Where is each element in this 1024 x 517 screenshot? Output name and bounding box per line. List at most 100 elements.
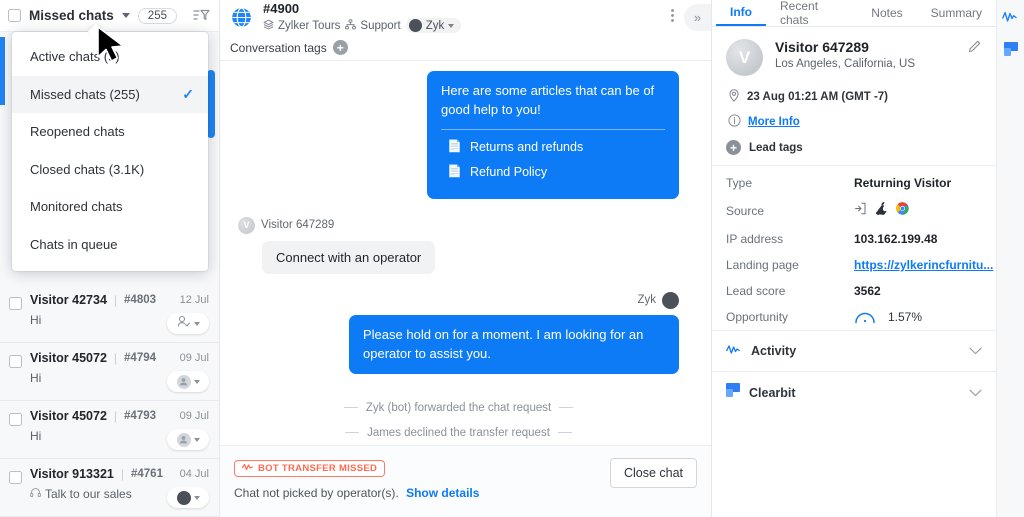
tab-summary[interactable]: Summary bbox=[917, 0, 996, 26]
row-checkbox[interactable] bbox=[9, 413, 22, 426]
dropdown-item-chats-in-queue[interactable]: Chats in queue bbox=[12, 226, 208, 264]
message-list: Here are some articles that can be of go… bbox=[220, 61, 711, 445]
team-chip[interactable]: Support bbox=[345, 19, 401, 33]
row-checkbox[interactable] bbox=[9, 297, 22, 310]
article-link[interactable]: 📄 Refund Policy bbox=[447, 163, 665, 181]
visitor-location: Los Angeles, California, US bbox=[775, 58, 915, 70]
visitor-sender-line: V Visitor 647289 bbox=[238, 216, 334, 234]
show-details-link[interactable]: Show details bbox=[406, 486, 479, 500]
dropdown-item-closed-chats[interactable]: Closed chats (3.1K) bbox=[12, 151, 208, 189]
pencil-icon[interactable] bbox=[968, 39, 982, 58]
document-icon: 📄 bbox=[447, 139, 462, 154]
mouse-cursor-icon bbox=[96, 25, 130, 70]
list-item[interactable]: Visitor 45072 | #4793 09 Jul Hi bbox=[0, 401, 219, 459]
select-all-checkbox[interactable] bbox=[8, 9, 21, 22]
conversation-header-actions: » bbox=[665, 4, 711, 31]
bot-chip[interactable]: Zyk bbox=[405, 18, 462, 34]
row-header: Visitor 913321 | #4761 04 Jul bbox=[30, 467, 209, 481]
conversation-tags-bar: Conversation tags + bbox=[220, 35, 711, 61]
chevron-down-icon[interactable] bbox=[969, 342, 982, 360]
chat-filter-label[interactable]: Missed chats bbox=[29, 8, 114, 23]
clock-pin-icon bbox=[728, 89, 740, 105]
row-assignee-chip[interactable] bbox=[167, 371, 209, 392]
tab-recent-chats[interactable]: Recent chats bbox=[766, 0, 857, 27]
dropdown-item-missed-chats[interactable]: Missed chats (255) ✓ bbox=[12, 75, 208, 113]
more-vertical-icon[interactable] bbox=[665, 8, 680, 27]
divider bbox=[343, 407, 358, 409]
row-chat-id: #4761 bbox=[130, 468, 163, 480]
list-item[interactable]: Visitor 913321 | #4761 04 Jul Talk to ou… bbox=[0, 459, 219, 517]
row-separator: | bbox=[113, 293, 118, 307]
chat-list-scroll-thumb[interactable] bbox=[207, 70, 215, 138]
chevron-down-icon[interactable] bbox=[193, 321, 200, 326]
outgoing-message-bubble: Please hold on for a moment. I am lookin… bbox=[349, 314, 679, 374]
chevron-down-icon[interactable] bbox=[193, 379, 200, 384]
bot-icon bbox=[662, 291, 679, 309]
tab-info[interactable]: Info bbox=[716, 0, 766, 26]
chevron-down-icon[interactable] bbox=[969, 384, 982, 402]
more-info-link[interactable]: More Info bbox=[748, 116, 800, 128]
row-assignee-chip[interactable] bbox=[167, 313, 209, 334]
filter-sort-icon[interactable] bbox=[193, 8, 210, 23]
plus-circle-icon[interactable]: + bbox=[332, 40, 348, 55]
lead-tags-row[interactable]: + Lead tags bbox=[712, 133, 996, 166]
person-icon bbox=[176, 432, 191, 447]
footer-note: Chat not picked by operator(s). Show det… bbox=[234, 486, 479, 500]
lead-tags-label: Lead tags bbox=[749, 141, 803, 154]
more-info-row[interactable]: More Info bbox=[712, 108, 996, 133]
dropdown-item-label: Closed chats (3.1K) bbox=[30, 161, 145, 177]
chrome-icon bbox=[895, 202, 909, 220]
system-event-text: James declined the transfer request bbox=[367, 426, 550, 439]
selected-chat-indicator bbox=[0, 37, 5, 105]
row-chat-id: #4803 bbox=[124, 294, 157, 306]
row-preview-text: Hi bbox=[30, 313, 42, 327]
row-checkbox[interactable] bbox=[9, 355, 22, 368]
detail-row-opportunity: Opportunity 1.57% bbox=[712, 304, 996, 330]
department-chip[interactable]: Zylker Tours bbox=[263, 19, 340, 33]
row-assignee-chip[interactable] bbox=[167, 429, 209, 450]
visitor-identity: Visitor 647289 Los Angeles, California, … bbox=[775, 39, 915, 70]
list-item[interactable]: Visitor 45072 | #4794 09 Jul Hi bbox=[0, 343, 219, 401]
row-assignee-chip[interactable] bbox=[167, 487, 209, 508]
row-date: 12 Jul bbox=[179, 294, 209, 306]
row-preview-text: Hi bbox=[30, 429, 42, 443]
right-panel-tabs: Info Recent chats Notes Summary bbox=[712, 0, 996, 27]
detail-key: Type bbox=[726, 176, 753, 190]
row-separator: | bbox=[120, 467, 124, 481]
avatar: V bbox=[238, 216, 255, 234]
divider bbox=[559, 407, 574, 409]
bot-name: Zyk bbox=[425, 19, 445, 32]
activity-wave-icon[interactable] bbox=[1002, 10, 1019, 28]
clearbit-icon[interactable] bbox=[1003, 42, 1018, 61]
chevron-double-right-icon[interactable]: » bbox=[684, 4, 711, 31]
detail-key: Lead score bbox=[726, 284, 786, 298]
row-visitor-name: Visitor 913321 bbox=[30, 467, 114, 481]
row-preview-text: Hi bbox=[30, 371, 42, 385]
sender-name: Zyk bbox=[637, 294, 656, 307]
detail-row-lead-score: Lead score 3562 bbox=[712, 278, 996, 304]
row-checkbox[interactable] bbox=[9, 471, 22, 484]
conversation-subheader: Zylker Tours Support Zyk bbox=[263, 18, 462, 34]
close-chat-button[interactable]: Close chat bbox=[609, 458, 697, 488]
chevron-down-icon[interactable] bbox=[193, 495, 200, 500]
visitor-name: Visitor 647289 bbox=[775, 39, 869, 55]
message-outgoing: Zyk Please hold on for a moment. I am lo… bbox=[238, 274, 679, 374]
dropdown-item-reopened-chats[interactable]: Reopened chats bbox=[12, 113, 208, 151]
chevron-down-icon[interactable] bbox=[193, 437, 200, 442]
app-root: Missed chats 255 Visitor 42734 | #4803 1… bbox=[0, 0, 1024, 517]
plus-circle-icon[interactable]: + bbox=[726, 140, 741, 155]
section-activity[interactable]: Activity bbox=[712, 330, 996, 371]
headset-icon bbox=[30, 487, 41, 501]
section-clearbit[interactable]: Clearbit bbox=[712, 371, 996, 413]
opportunity-gauge-icon bbox=[854, 310, 876, 324]
tab-notes[interactable]: Notes bbox=[857, 0, 916, 26]
dropdown-item-label: Monitored chats bbox=[30, 199, 123, 215]
chevron-down-icon[interactable] bbox=[121, 13, 130, 18]
system-event-text: Zyk (bot) forwarded the chat request bbox=[365, 401, 552, 414]
dropdown-item-monitored-chats[interactable]: Monitored chats bbox=[12, 188, 208, 226]
article-link[interactable]: 📄 Returns and refunds bbox=[447, 138, 665, 156]
landing-page-link[interactable]: https://zylkerincfurnitu... bbox=[854, 258, 993, 272]
chevron-down-icon[interactable] bbox=[448, 23, 455, 28]
list-item[interactable]: Visitor 42734 | #4803 12 Jul Hi bbox=[0, 285, 219, 343]
visitor-details-table: Type Returning Visitor Source IP address… bbox=[712, 166, 996, 330]
